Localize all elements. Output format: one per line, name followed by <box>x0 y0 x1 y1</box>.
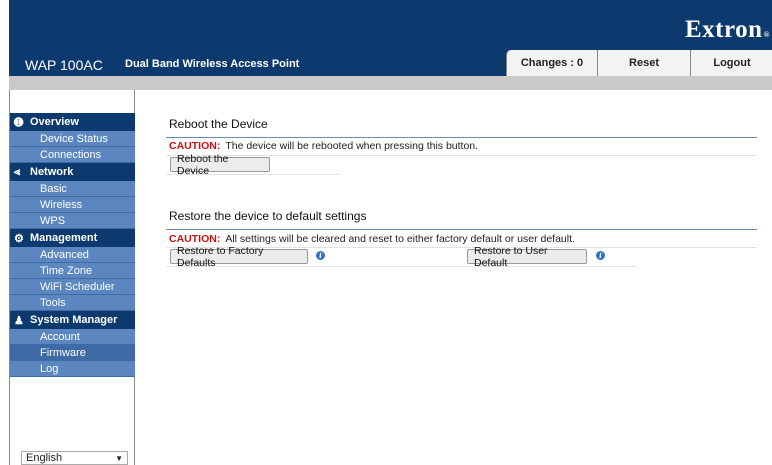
sidebar-item-log[interactable]: Log <box>10 361 135 377</box>
top-header: Extron® WAP 100AC Dual Band Wireless Acc… <box>9 0 772 76</box>
reboot-caution: CAUTION: The device will be rebooted when… <box>169 140 479 152</box>
sidebar-item-device-status[interactable]: Device Status <box>10 131 135 147</box>
sidebar-item-account[interactable]: Account <box>10 329 135 345</box>
reset-button[interactable]: Reset <box>597 50 690 76</box>
sidebar-item-wps[interactable]: WPS <box>10 213 135 229</box>
header-divider-band <box>9 76 772 90</box>
restore-factory-defaults-button[interactable]: Restore to Factory Defaults <box>170 245 308 269</box>
changes-button[interactable]: Changes : 0 <box>506 50 597 76</box>
sidebar-section-network[interactable]: ⪡ Network <box>10 163 135 181</box>
restore-caution: CAUTION: All settings will be cleared and… <box>169 233 575 245</box>
info-icon: ➊ <box>14 116 24 129</box>
sidebar-item-advanced[interactable]: Advanced <box>10 247 135 263</box>
sidebar-nav: ➊ Overview Device Status Connections ⪡ N… <box>10 113 135 377</box>
reboot-section-title: Reboot the Device <box>169 117 268 131</box>
user-default-info-icon[interactable]: i <box>596 251 605 260</box>
device-subtitle: Dual Band Wireless Access Point <box>125 58 300 70</box>
sidebar-section-management[interactable]: ⚙ Management <box>10 229 135 247</box>
sidebar-section-overview[interactable]: ➊ Overview <box>10 113 135 131</box>
chevron-down-icon: ▼ <box>115 453 123 463</box>
extron-logo: Extron® <box>684 16 770 43</box>
reboot-button-rule <box>166 174 340 175</box>
reboot-title-rule <box>166 137 757 138</box>
gear-icon: ⚙ <box>14 232 24 245</box>
share-icon: ⪡ <box>14 165 21 178</box>
restore-user-default-button[interactable]: Restore to User Default <box>467 245 587 269</box>
sidebar-item-basic[interactable]: Basic <box>10 181 135 197</box>
sidebar-item-connections[interactable]: Connections <box>10 147 135 163</box>
restore-button-rule <box>166 266 637 267</box>
restore-section-title: Restore the device to default settings <box>169 209 367 223</box>
model-name: WAP 100AC <box>25 57 103 73</box>
sidebar-item-firmware[interactable]: Firmware <box>10 345 135 361</box>
logout-button[interactable]: Logout <box>690 50 772 76</box>
factory-info-icon[interactable]: i <box>316 251 325 260</box>
user-icon: ♟ <box>14 314 24 327</box>
sidebar-section-system-manager[interactable]: ♟ System Manager <box>10 311 135 329</box>
reboot-device-button[interactable]: Reboot the Device <box>170 153 270 177</box>
sidebar-item-wifi-scheduler[interactable]: WiFi Scheduler <box>10 279 135 295</box>
language-select[interactable]: English ▼ <box>21 451 128 465</box>
sidebar: ➊ Overview Device Status Connections ⪡ N… <box>9 90 135 465</box>
sidebar-item-tools[interactable]: Tools <box>10 295 135 311</box>
restore-title-rule <box>166 229 757 230</box>
sidebar-item-time-zone[interactable]: Time Zone <box>10 263 135 279</box>
sidebar-item-wireless[interactable]: Wireless <box>10 197 135 213</box>
